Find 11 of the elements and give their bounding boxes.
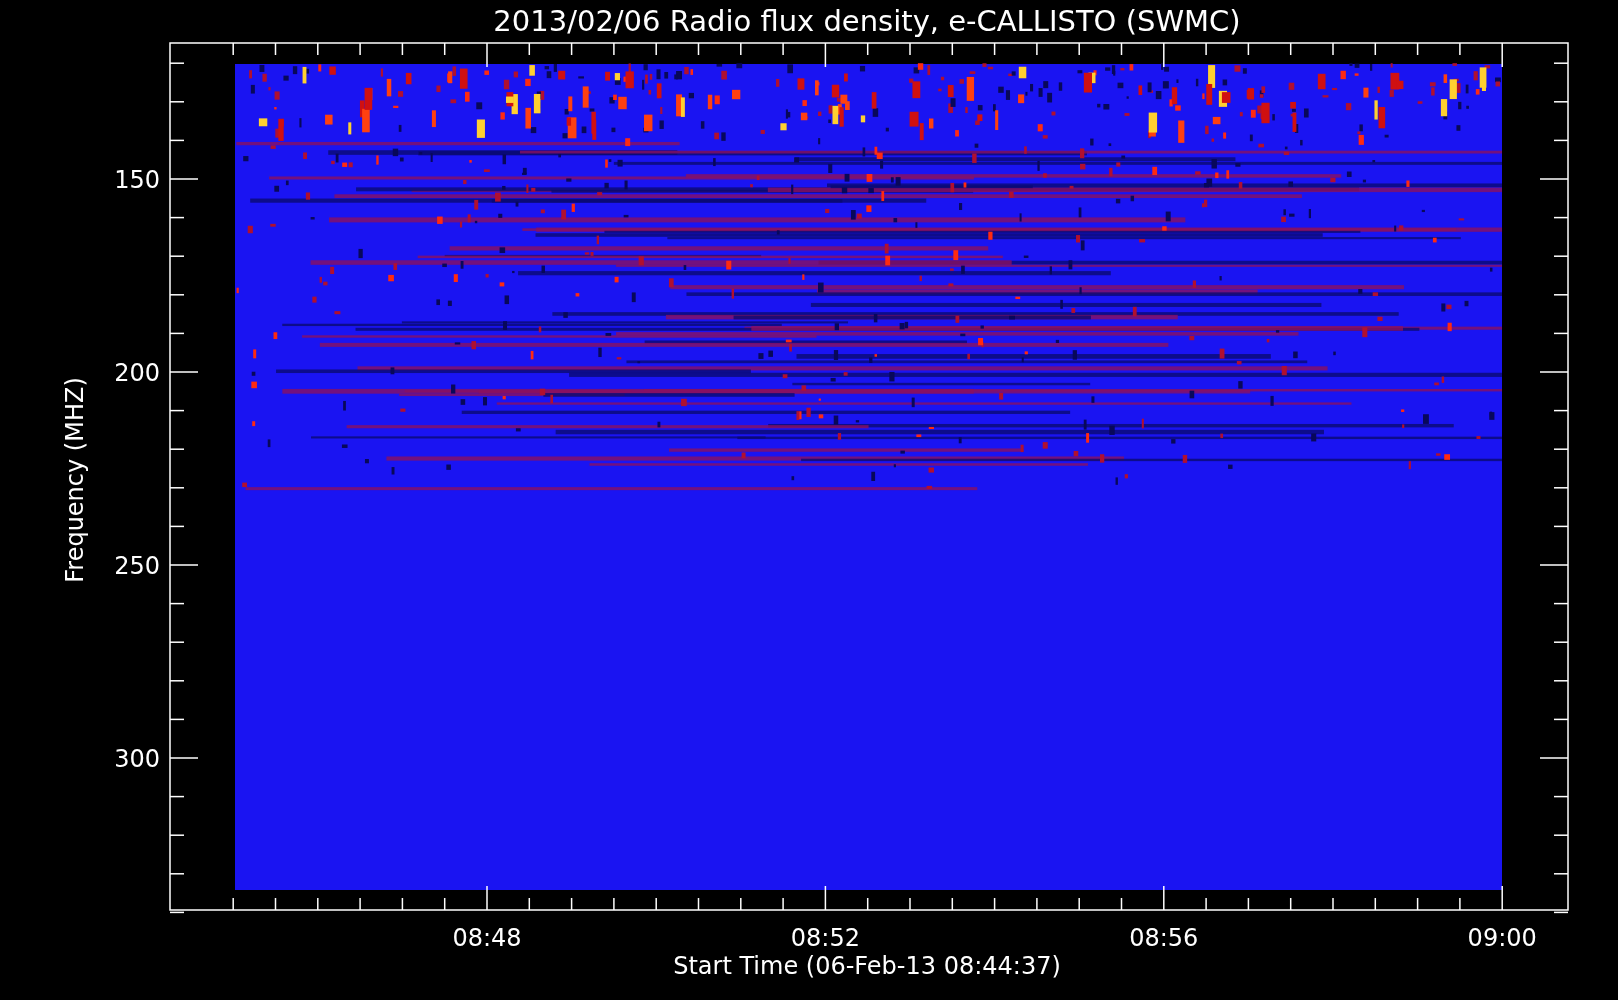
y-tick-label: 150 xyxy=(114,166,160,194)
y-tick-label: 200 xyxy=(114,359,160,387)
x-axis-title: Start Time (06-Feb-13 08:44:37) xyxy=(673,952,1061,980)
x-tick-label: 08:56 xyxy=(1129,924,1199,952)
y-tick-label: 300 xyxy=(114,745,160,773)
chart-title: 2013/02/06 Radio flux density, e-CALLISTO (SWMC) xyxy=(493,4,1241,38)
x-tick-label: 09:00 xyxy=(1467,924,1537,952)
x-tick-label: 08:52 xyxy=(790,924,860,952)
x-tick-label: 08:48 xyxy=(452,924,522,952)
y-axis-title: Frequency (MHZ) xyxy=(61,377,89,583)
y-tick-label: 250 xyxy=(114,552,160,580)
